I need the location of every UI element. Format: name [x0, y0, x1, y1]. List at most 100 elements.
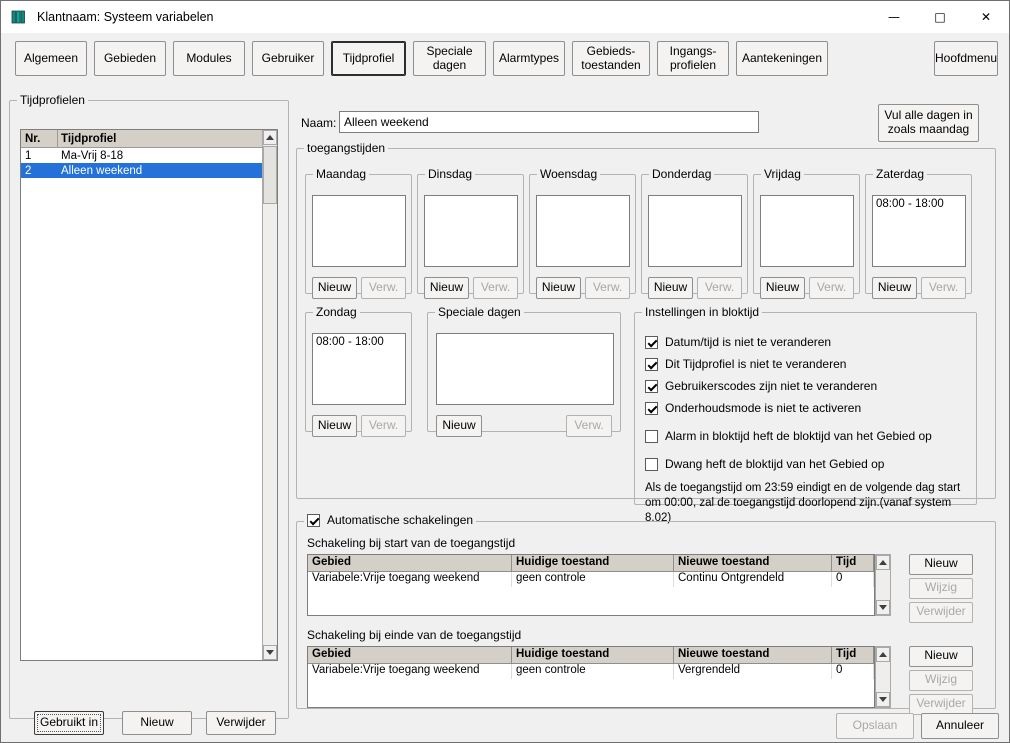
tab-gebieden[interactable]: Gebieden — [94, 41, 166, 76]
checkbox-icon[interactable] — [645, 402, 658, 415]
day-times-list[interactable] — [312, 195, 406, 267]
day-times-list[interactable]: 08:00 - 18:00 — [872, 195, 966, 267]
time-entry[interactable] — [425, 196, 517, 200]
day-nieuw-button[interactable]: Nieuw — [312, 277, 357, 299]
column-header: Nieuwe toestand — [674, 555, 832, 571]
table-row[interactable]: Variabele:Vrije toegang weekend geen con… — [308, 664, 874, 679]
day-legend: Donderdag — [649, 167, 714, 181]
list-item[interactable]: 2 Alleen weekend — [21, 163, 262, 178]
window-controls: — □ ✕ — [871, 1, 1009, 33]
tab-aantekeningen[interactable]: Aantekeningen — [736, 41, 828, 76]
annuleer-button[interactable]: Annuleer — [921, 713, 999, 739]
checkbox-row[interactable]: Dit Tijdprofiel is niet te veranderen — [645, 357, 846, 371]
checkbox-icon[interactable] — [645, 336, 658, 349]
time-entry[interactable] — [649, 196, 741, 200]
day-times-list[interactable]: 08:00 - 18:00 — [312, 333, 406, 405]
einde-nieuw-button[interactable]: Nieuw — [909, 646, 973, 667]
tab-gebruiker[interactable]: Gebruiker — [252, 41, 324, 76]
day-nieuw-button[interactable]: Nieuw — [872, 277, 917, 299]
time-entry[interactable] — [537, 196, 629, 200]
hoofdmenu-button[interactable]: Hoofdmenu — [934, 41, 998, 76]
opslaan-button[interactable]: Opslaan — [836, 713, 914, 739]
day-verw-button[interactable]: Verw. — [809, 277, 854, 299]
speciale-verw-button[interactable]: Verw. — [566, 415, 612, 437]
maximize-button[interactable]: □ — [917, 1, 963, 33]
checkbox-row[interactable]: Datum/tijd is niet te veranderen — [645, 335, 831, 349]
tab-modules[interactable]: Modules — [173, 41, 245, 76]
scroll-up-icon[interactable] — [263, 130, 277, 145]
tab-speciale-dagen[interactable]: Speciale dagen — [413, 41, 486, 76]
start-verwijder-button[interactable]: Verwijder — [909, 602, 973, 623]
nieuw-profiel-button[interactable]: Nieuw — [122, 711, 192, 735]
checkbox-row[interactable]: Gebruikerscodes zijn niet te veranderen — [645, 379, 877, 393]
column-header: Gebied — [308, 647, 512, 663]
tab-algemeen[interactable]: Algemeen — [15, 41, 87, 76]
schakeling-start-table[interactable]: Gebied Huidige toestand Nieuwe toestand … — [307, 554, 875, 616]
scroll-up-icon[interactable] — [876, 647, 890, 662]
einde-table-scrollbar[interactable] — [875, 646, 891, 708]
column-header: Nieuwe toestand — [674, 647, 832, 663]
day-verw-button[interactable]: Verw. — [473, 277, 518, 299]
einde-wijzig-button[interactable]: Wijzig — [909, 670, 973, 691]
naam-input[interactable] — [339, 111, 759, 133]
day-nieuw-button[interactable]: Nieuw — [536, 277, 581, 299]
checkbox-icon[interactable] — [645, 380, 658, 393]
checkbox-row[interactable]: Alarm in bloktijd heft de bloktijd van h… — [645, 429, 932, 443]
close-button[interactable]: ✕ — [963, 1, 1009, 33]
schakeling-einde-table[interactable]: Gebied Huidige toestand Nieuwe toestand … — [307, 646, 875, 708]
tab-gebiedstoestanden[interactable]: Gebieds-toestanden — [572, 41, 650, 76]
tab-tijdprofiel[interactable]: Tijdprofiel — [331, 41, 406, 76]
minimize-button[interactable]: — — [871, 1, 917, 33]
vul-alle-dagen-button[interactable]: Vul alle dagen in zoals maandag — [878, 104, 979, 142]
gebruikt-in-button[interactable]: Gebruikt in — [34, 711, 104, 735]
day-nieuw-button[interactable]: Nieuw — [424, 277, 469, 299]
day-legend: Zaterdag — [873, 167, 927, 181]
tab-ingangsprofielen[interactable]: Ingangs-profielen — [657, 41, 729, 76]
einde-verwijder-button[interactable]: Verwijder — [909, 694, 973, 715]
scrollbar-thumb[interactable] — [263, 146, 277, 204]
checkbox-row[interactable]: Dwang heft de bloktijd van het Gebied op — [645, 457, 884, 471]
scroll-up-icon[interactable] — [876, 555, 890, 570]
automatische-schakelingen-row[interactable]: Automatische schakelingen — [307, 513, 473, 527]
day-verw-button[interactable]: Verw. — [585, 277, 630, 299]
checkbox-icon[interactable] — [645, 430, 658, 443]
schakeling-einde-label: Schakeling bij einde van de toegangstijd — [307, 628, 521, 642]
day-times-list[interactable] — [648, 195, 742, 267]
list-scrollbar[interactable] — [262, 130, 277, 660]
scroll-down-icon[interactable] — [876, 600, 890, 615]
day-verw-button[interactable]: Verw. — [697, 277, 742, 299]
day-verw-button[interactable]: Verw. — [921, 277, 966, 299]
day-box-zondag: Zondag 08:00 - 18:00 Nieuw Verw. — [305, 305, 412, 432]
start-nieuw-button[interactable]: Nieuw — [909, 554, 973, 575]
speciale-dagen-list[interactable] — [436, 333, 614, 405]
scroll-down-icon[interactable] — [263, 645, 277, 660]
table-row[interactable]: Variabele:Vrije toegang weekend geen con… — [308, 572, 874, 587]
checkbox-row[interactable]: Onderhoudsmode is niet te activeren — [645, 401, 861, 415]
start-table-scrollbar[interactable] — [875, 554, 891, 616]
checkbox-icon[interactable] — [645, 458, 658, 471]
verwijder-profiel-button[interactable]: Verwijder — [206, 711, 276, 735]
list-item-nr: 1 — [21, 150, 58, 162]
day-nieuw-button[interactable]: Nieuw — [648, 277, 693, 299]
day-verw-button[interactable]: Verw. — [361, 415, 406, 437]
start-wijzig-button[interactable]: Wijzig — [909, 578, 973, 599]
checkbox-icon[interactable] — [645, 358, 658, 371]
time-entry[interactable]: 08:00 - 18:00 — [313, 334, 405, 350]
automatische-schakelingen-checkbox[interactable] — [307, 514, 320, 527]
tijdprofielen-list[interactable]: Nr. Tijdprofiel 1 Ma-Vrij 8-18 2 Alleen … — [20, 129, 278, 661]
day-times-list[interactable] — [536, 195, 630, 267]
time-entry[interactable] — [313, 196, 405, 200]
tab-bar: Algemeen Gebieden Modules Gebruiker Tijd… — [15, 41, 828, 76]
day-nieuw-button[interactable]: Nieuw — [760, 277, 805, 299]
day-nieuw-button[interactable]: Nieuw — [312, 415, 357, 437]
tijdprofielen-list-header: Nr. Tijdprofiel — [21, 130, 262, 148]
speciale-nieuw-button[interactable]: Nieuw — [436, 415, 482, 437]
day-verw-button[interactable]: Verw. — [361, 277, 406, 299]
day-times-list[interactable] — [424, 195, 518, 267]
day-times-list[interactable] — [760, 195, 854, 267]
tab-alarmtypes[interactable]: Alarmtypes — [493, 41, 565, 76]
list-item[interactable]: 1 Ma-Vrij 8-18 — [21, 148, 262, 163]
time-entry[interactable] — [761, 196, 853, 200]
time-entry[interactable]: 08:00 - 18:00 — [873, 196, 965, 212]
scroll-down-icon[interactable] — [876, 692, 890, 707]
